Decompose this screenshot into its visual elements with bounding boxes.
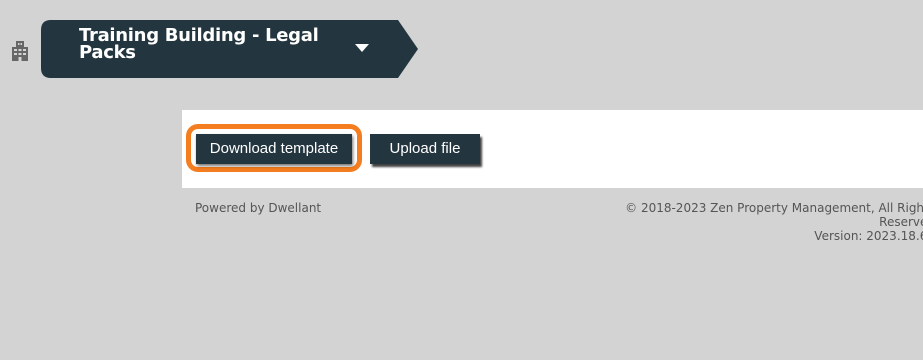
copyright-block: © 2018-2023 Zen Property Management, All… bbox=[600, 201, 923, 243]
powered-by-text: Powered by Dwellant bbox=[195, 201, 322, 215]
caret-down-icon[interactable] bbox=[355, 44, 369, 53]
download-template-button[interactable]: Download template bbox=[196, 134, 352, 164]
upload-file-button[interactable]: Upload file bbox=[370, 134, 480, 164]
version-text: Version: 2023.18.64 bbox=[814, 229, 923, 243]
copyright-text: © 2018-2023 Zen Property Management, All… bbox=[625, 201, 923, 215]
copyright-text-cont: Reserved bbox=[879, 215, 923, 229]
building-name: Training Building - Legal Packs bbox=[79, 25, 319, 63]
building-selector[interactable]: Training Building - Legal Packs bbox=[41, 20, 418, 78]
building-icon bbox=[12, 41, 28, 61]
